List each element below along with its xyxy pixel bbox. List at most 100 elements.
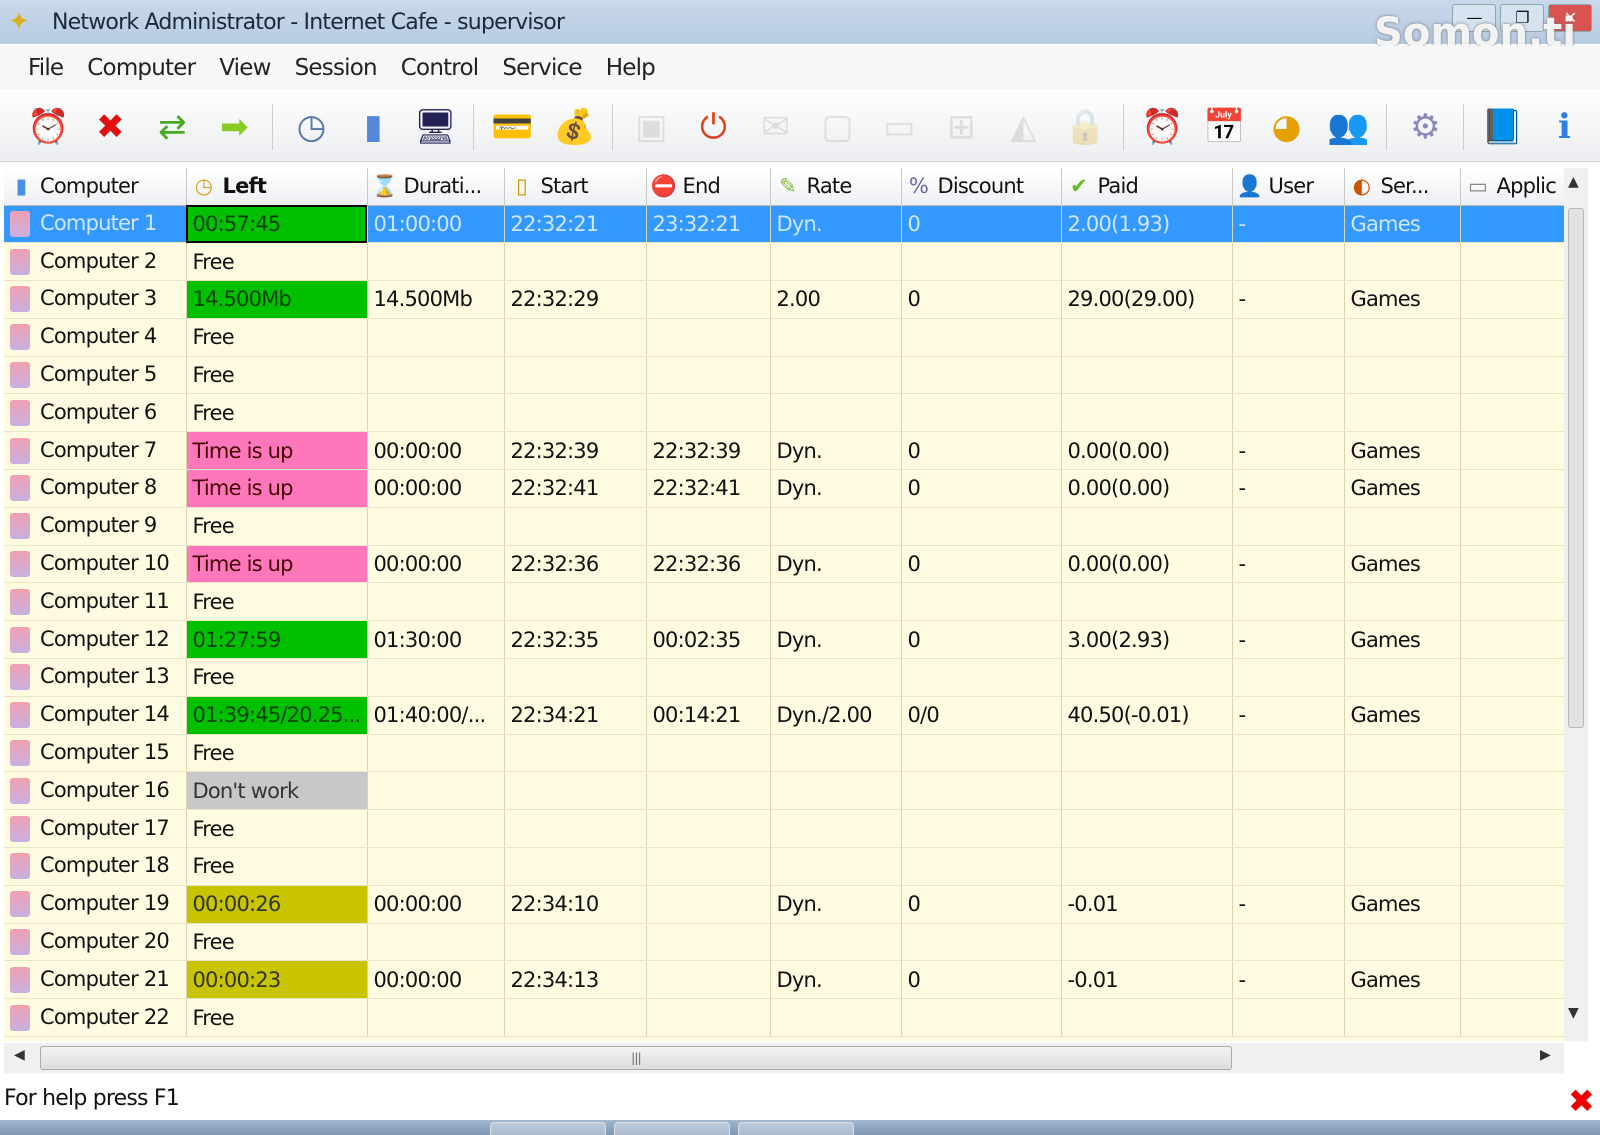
horizontal-scrollbar[interactable]: ◀ ||| ▶: [4, 1043, 1564, 1073]
taskbar-item[interactable]: [490, 1122, 606, 1135]
schedule-button[interactable]: 📅: [1200, 103, 1248, 151]
cell-left: Free: [186, 356, 368, 395]
menu-control[interactable]: Control: [401, 55, 479, 81]
taskbar: [0, 1120, 1600, 1135]
table-row[interactable]: Computer 16 Don't work: [4, 771, 1564, 811]
cell-start: [504, 242, 647, 282]
lock-button[interactable]: 🔒: [1061, 103, 1109, 151]
cell-start: [504, 923, 647, 962]
column-header-ser[interactable]: ◐ Ser...: [1344, 168, 1461, 206]
cell-rate: Dyn.: [770, 885, 902, 924]
screen-button[interactable]: ▢: [813, 103, 861, 151]
column-header-paid[interactable]: ✔ Paid: [1061, 168, 1233, 206]
taskbar-item[interactable]: [614, 1122, 730, 1135]
table-row[interactable]: Computer 6 Free: [4, 393, 1564, 433]
menu-service[interactable]: Service: [502, 55, 582, 81]
cell-paid-text: 0.00(0.00): [1067, 438, 1171, 463]
menu-file[interactable]: File: [28, 55, 64, 81]
cell-end: [646, 771, 771, 811]
column-header-discount[interactable]: % Discount: [901, 168, 1062, 206]
menu-session[interactable]: Session: [295, 55, 378, 81]
vertical-scrollbar[interactable]: ▲ ▼: [1564, 168, 1588, 1041]
cell-end: [646, 885, 771, 924]
column-header-durati[interactable]: ⌛ Durati...: [367, 168, 505, 206]
cell-rate: 2.00: [770, 280, 902, 319]
table-row[interactable]: Computer 13 Free: [4, 658, 1564, 697]
cell-end-text: 22:32:41: [652, 476, 742, 501]
alarm-clock-button[interactable]: ⏰: [1138, 103, 1186, 151]
table-row[interactable]: Computer 7 Time is up 00:00:00 22:32:39 22:3…: [4, 431, 1564, 471]
users-button[interactable]: 👥: [1324, 103, 1372, 151]
cell-service: [1344, 998, 1461, 1038]
computer-icon: [10, 891, 30, 918]
table-row[interactable]: Computer 4 Free: [4, 318, 1564, 357]
table-row[interactable]: Computer 22 Free: [4, 998, 1564, 1038]
cell-rate: [770, 242, 902, 282]
cell-left: 14.500Mb: [186, 280, 368, 319]
menu-view[interactable]: View: [219, 55, 271, 81]
user-icon: 👤: [1236, 173, 1263, 198]
power-button[interactable]: ⏻: [689, 103, 737, 151]
column-header-rate[interactable]: ✎ Rate: [770, 168, 902, 206]
cell-discount: [901, 771, 1062, 811]
table-row[interactable]: Computer 21 00:00:23 00:00:00 22:34:13 Dyn. 0…: [4, 960, 1564, 1000]
column-header-user[interactable]: 👤 User: [1232, 168, 1345, 206]
cell-service: [1344, 393, 1461, 433]
column-header-end[interactable]: ⛔ End: [646, 168, 771, 206]
cell-paid: 0.00(0.00): [1061, 545, 1233, 584]
table-row[interactable]: Computer 8 Time is up 00:00:00 22:32:41 22:3…: [4, 469, 1564, 508]
scroll-down-arrow[interactable]: ▼: [1568, 1005, 1579, 1021]
cell-duration: [367, 847, 505, 886]
monitor-button[interactable]: 🖥: [411, 103, 459, 151]
transfer-button[interactable]: ⇄: [148, 103, 196, 151]
table-row[interactable]: Computer 14 01:39:45/20.25... 01:40:00/...…: [4, 696, 1564, 735]
horizontal-scroll-thumb[interactable]: |||: [40, 1046, 1232, 1070]
menu-computer[interactable]: Computer: [87, 55, 196, 81]
settings-gear-button[interactable]: ⚙: [1401, 103, 1449, 151]
scroll-right-arrow[interactable]: ▶: [1540, 1047, 1551, 1063]
table-row[interactable]: Computer 15 Free: [4, 734, 1564, 773]
table-row[interactable]: Computer 3 14.500Mb 14.500Mb 22:32:29 2.00 0 2…: [4, 280, 1564, 319]
table-row[interactable]: Computer 19 00:00:26 00:00:00 22:34:10 Dyn. 0…: [4, 885, 1564, 924]
mail-button[interactable]: ✉: [751, 103, 799, 151]
table-row[interactable]: Computer 10 Time is up 00:00:00 22:32:36 22:…: [4, 545, 1564, 584]
table-row[interactable]: Computer 2 Free: [4, 242, 1564, 282]
money-bag-button[interactable]: 💰: [550, 103, 598, 151]
delete-button[interactable]: ✖: [86, 103, 134, 151]
vertical-scroll-thumb[interactable]: [1568, 208, 1584, 728]
arrow-right-button[interactable]: ➡: [210, 103, 258, 151]
column-header-start[interactable]: ▯ Start: [504, 168, 647, 206]
table-row[interactable]: Computer 17 Free: [4, 809, 1564, 849]
menu-help[interactable]: Help: [606, 55, 656, 81]
taskbar-item[interactable]: [738, 1122, 854, 1135]
column-header-left[interactable]: ◷ Left: [186, 168, 368, 206]
table-row[interactable]: Computer 12 01:27:59 01:30:00 22:32:35 00:02…: [4, 620, 1564, 660]
table-row[interactable]: Computer 11 Free: [4, 582, 1564, 622]
table-row[interactable]: Computer 9 Free: [4, 507, 1564, 546]
scroll-up-arrow[interactable]: ▲: [1568, 174, 1579, 190]
message-button[interactable]: ▣: [627, 103, 675, 151]
display-button[interactable]: ▭: [875, 103, 923, 151]
info-button[interactable]: ℹ: [1540, 103, 1588, 151]
table-row[interactable]: Computer 1 00:57:45 01:00:00 22:32:21 23:32:…: [4, 205, 1564, 244]
alarm-start-button[interactable]: ⏰: [24, 103, 72, 151]
cell-start: 22:32:21: [504, 205, 647, 244]
cell-user: [1232, 923, 1345, 962]
cell-computer-text: Computer 16: [40, 777, 170, 802]
scroll-left-arrow[interactable]: ◀: [14, 1047, 25, 1063]
table-row[interactable]: Computer 18 Free: [4, 847, 1564, 886]
column-header-computer[interactable]: ▮ Computer: [4, 168, 187, 206]
payment-button[interactable]: 💳: [488, 103, 536, 151]
help-book-button[interactable]: 📘: [1478, 103, 1526, 151]
cell-user-text: -: [1238, 703, 1247, 728]
shield-button[interactable]: ◭: [999, 103, 1047, 151]
cell-left: Free: [186, 393, 368, 433]
report-chart-button[interactable]: ◕: [1262, 103, 1310, 151]
cell-paid: [1061, 242, 1233, 282]
table-row[interactable]: Computer 5 Free: [4, 356, 1564, 395]
network-button[interactable]: ⊞: [937, 103, 985, 151]
column-header-applic[interactable]: ▭ Applic: [1460, 168, 1564, 206]
table-row[interactable]: Computer 20 Free: [4, 923, 1564, 962]
computer-remove-button[interactable]: ▮: [349, 103, 397, 151]
clock-check-button[interactable]: ◷: [287, 103, 335, 151]
